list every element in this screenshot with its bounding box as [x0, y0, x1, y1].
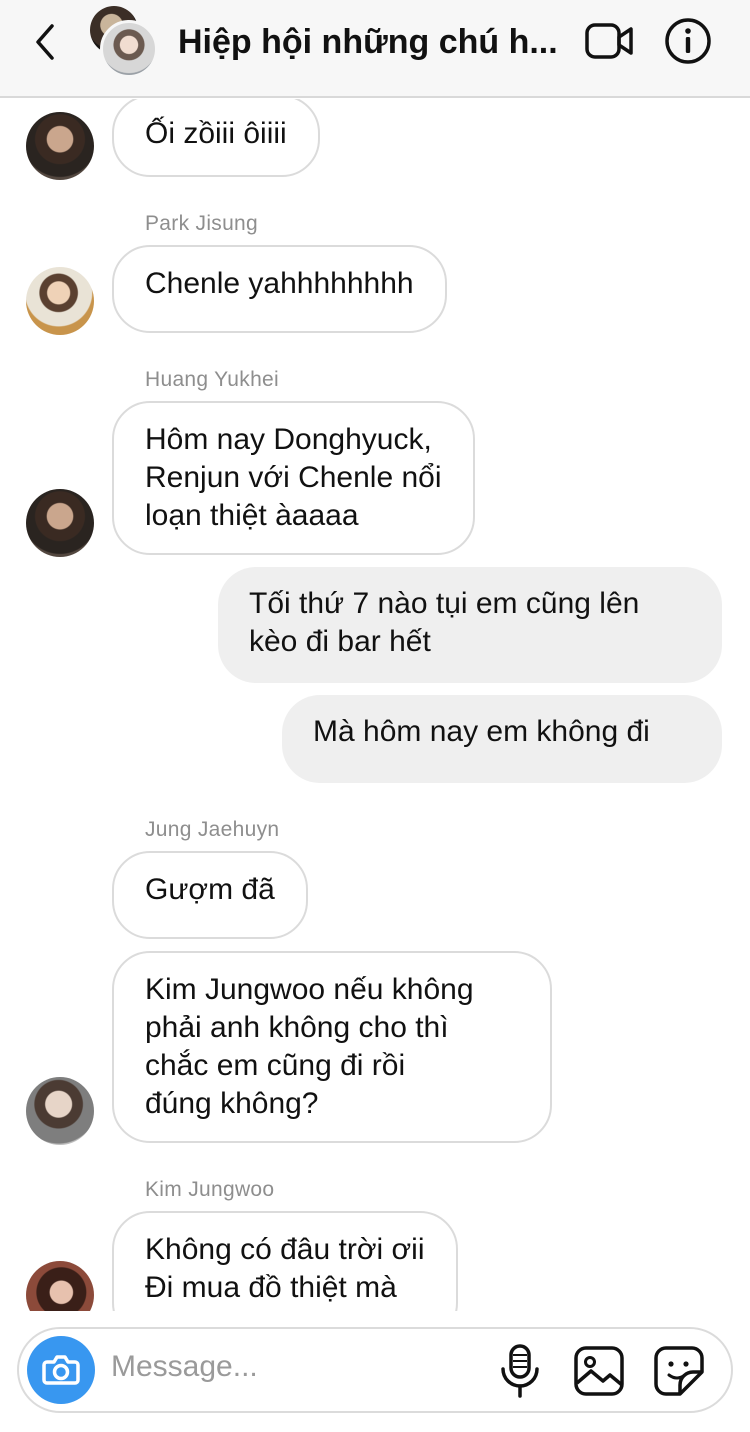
message-text: Ối zồiii ôiiii	[145, 117, 287, 150]
camera-button[interactable]	[27, 1336, 95, 1404]
message-text: đúng không?	[145, 1087, 319, 1120]
sender-name: Park Jisung	[145, 212, 259, 235]
video-camera-icon[interactable]	[584, 18, 634, 64]
chevron-left-icon[interactable]	[28, 20, 64, 64]
avatar[interactable]	[26, 489, 94, 557]
avatar[interactable]	[26, 1077, 94, 1145]
message-text: Chenle yahhhhhhhh	[145, 267, 414, 300]
avatar[interactable]	[26, 267, 94, 335]
message-bubble-outgoing[interactable]: Tối thứ 7 nào tụi em cũng lên kèo đi bar…	[218, 567, 722, 683]
group-avatar[interactable]	[90, 6, 162, 78]
info-icon[interactable]	[664, 17, 712, 65]
member-avatar	[100, 20, 158, 78]
message-text: Đi mua đồ thiệt mà	[145, 1271, 397, 1304]
message-composer: Message...	[17, 1327, 733, 1413]
chat-header: Hiệp hội những chú h...	[0, 0, 750, 98]
message-text: Kim Jungwoo nếu không	[145, 973, 474, 1006]
message-text: Gượm đã	[145, 873, 275, 906]
message-text: chắc em cũng đi rồi	[145, 1049, 406, 1082]
message-text: Hôm nay Donghyuck,	[145, 423, 432, 456]
message-bubble[interactable]: Gượm đã	[112, 851, 308, 939]
message-text: Tối thứ 7 nào tụi em cũng lên	[249, 587, 640, 620]
camera-icon	[42, 1355, 80, 1385]
message-bubble[interactable]: Chenle yahhhhhhhh	[112, 245, 447, 333]
message-bubble[interactable]: Hôm nay Donghyuck, Renjun với Chenle nổi…	[112, 401, 475, 555]
sender-name: Kim Jungwoo	[145, 1178, 275, 1201]
message-text: Không có đâu trời ơii	[145, 1233, 425, 1266]
conversation-title[interactable]: Hiệp hội những chú h...	[178, 20, 568, 64]
message-bubble-outgoing[interactable]: Mà hôm nay em không đi	[282, 695, 722, 783]
message-bubble[interactable]: Kim Jungwoo nếu không phải anh không cho…	[112, 951, 552, 1143]
message-bubble[interactable]: Không có đâu trời ơii Đi mua đồ thiệt mà	[112, 1211, 458, 1311]
sender-name: Jung Jaehuyn	[145, 818, 280, 841]
message-bubble[interactable]: Ối zồiii ôiiii	[112, 99, 320, 177]
message-text: phải anh không cho thì	[145, 1011, 449, 1044]
sticker-icon[interactable]	[653, 1345, 705, 1397]
microphone-icon[interactable]	[497, 1343, 543, 1399]
message-text: loạn thiệt àaaaa	[145, 499, 359, 532]
message-thread[interactable]: Ối zồiii ôiiii Park Jisung Chenle yahhhh…	[0, 99, 750, 1311]
avatar[interactable]	[26, 112, 94, 180]
message-input[interactable]: Message...	[111, 1350, 258, 1384]
image-gallery-icon[interactable]	[573, 1345, 625, 1397]
message-text: kèo đi bar hết	[249, 625, 431, 658]
avatar[interactable]	[26, 1261, 94, 1311]
message-text: Mà hôm nay em không đi	[313, 715, 650, 748]
sender-name: Huang Yukhei	[145, 368, 279, 391]
message-text: Renjun với Chenle nổi	[145, 461, 442, 494]
